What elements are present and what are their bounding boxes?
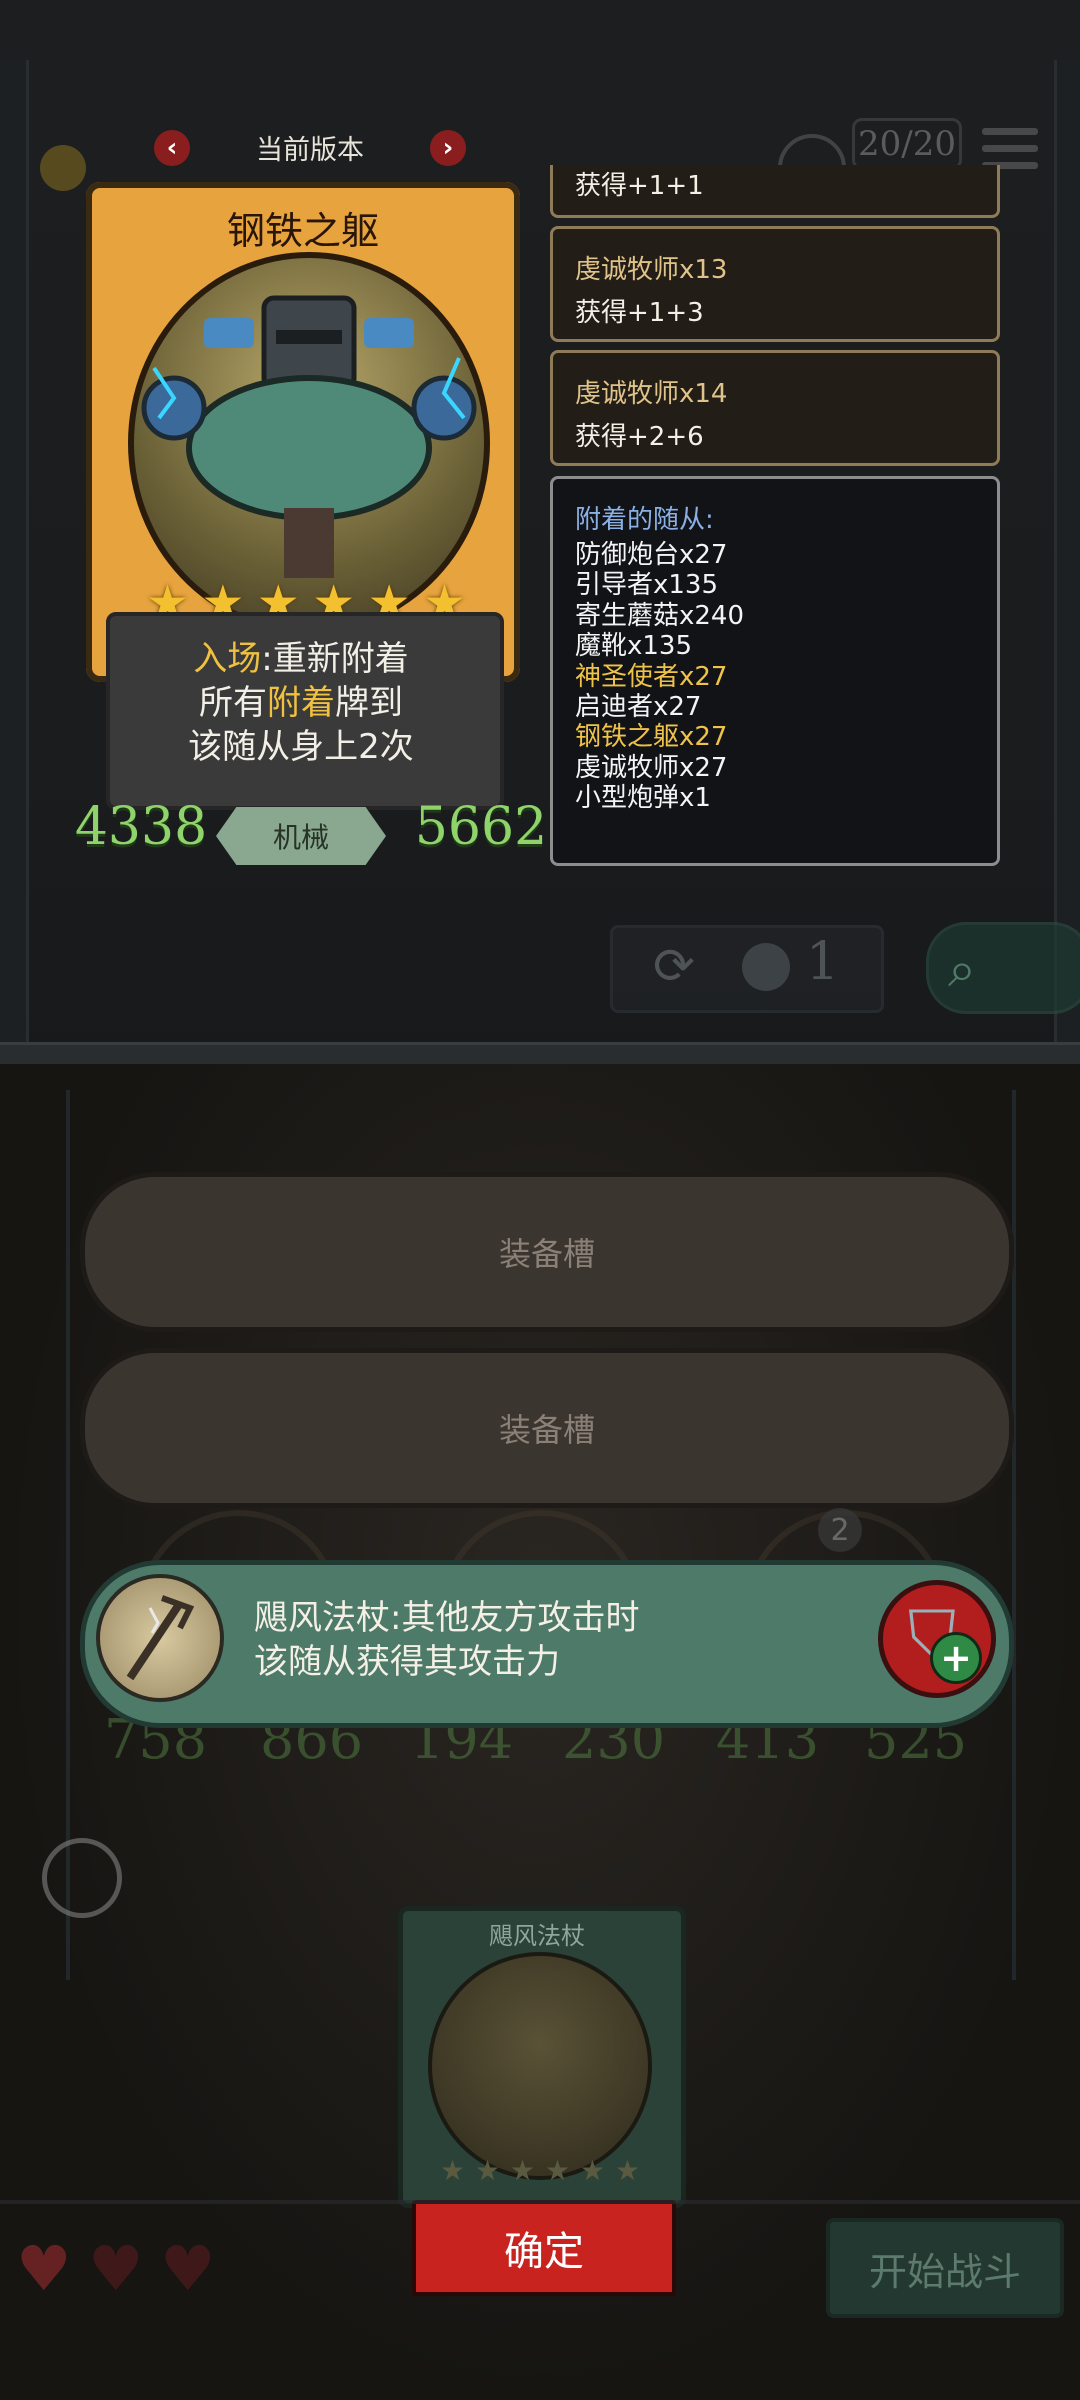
search-icon: ⌕ bbox=[948, 940, 976, 998]
hand-card-art bbox=[428, 1952, 652, 2180]
staff-illustration bbox=[126, 1595, 195, 1681]
heart-icon: ♥ bbox=[88, 2232, 144, 2305]
star-icon: ★ bbox=[579, 2154, 605, 2187]
attached-item: 神圣使者x27 bbox=[575, 661, 728, 692]
buff-history-item: 虔诚牧师x13 获得+1+3 bbox=[550, 226, 1000, 342]
heart-icon: ♥ bbox=[16, 2232, 72, 2305]
buff-history-item: 获得+1+1 bbox=[550, 165, 1000, 218]
buff-source: 虔诚牧师x14 bbox=[575, 379, 728, 409]
heart-icon: ♥ bbox=[160, 2232, 216, 2305]
attached-item: 寄生蘑菇x240 bbox=[575, 600, 745, 631]
tooltip-line2: 该随从获得其攻击力 bbox=[254, 1642, 560, 1682]
refresh-icon: ⟳ bbox=[653, 937, 695, 995]
robot-illustration bbox=[141, 295, 477, 578]
attached-item: 虔诚牧师x27 bbox=[575, 752, 728, 783]
keyword-battlecry: 入场 bbox=[193, 639, 262, 679]
counter-badge: 20/20 bbox=[852, 118, 962, 170]
prev-version-button[interactable]: ‹ bbox=[154, 130, 190, 166]
star-icon: ★ bbox=[440, 2154, 466, 2187]
minion-tier-badge: 2 bbox=[818, 1508, 862, 1552]
magnifier-icon[interactable] bbox=[42, 1838, 122, 1918]
health-value: 5662 bbox=[414, 797, 548, 857]
equipment-slot[interactable]: 装备槽 bbox=[80, 1348, 1014, 1508]
hand-card-title: 飓风法杖 bbox=[489, 1922, 585, 1950]
start-battle-button[interactable]: 开始战斗 bbox=[826, 2218, 1064, 2318]
buff-history-item: 虔诚牧师x14 获得+2+6 bbox=[550, 350, 1000, 466]
star-icon: ★ bbox=[614, 2154, 640, 2187]
buff-text: 获得+2+6 bbox=[575, 422, 704, 452]
attached-minions-box: 附着的随从: 防御炮台x27 引导者x135 寄生蘑菇x240 魔靴x135 神… bbox=[550, 476, 1000, 866]
attached-item: 小型炮弹x1 bbox=[575, 783, 711, 814]
buff-text: 获得+1+3 bbox=[575, 298, 704, 328]
coin-icon bbox=[742, 943, 790, 991]
card-description: 入场:重新附着 所有附着牌到 该随从身上2次 bbox=[106, 637, 496, 769]
buff-text: 获得+1+1 bbox=[575, 171, 704, 201]
star-icon: ★ bbox=[509, 2154, 536, 2187]
desc-line2-b: 牌到 bbox=[335, 683, 403, 723]
next-version-button[interactable]: › bbox=[430, 130, 466, 166]
star-icon: ★ bbox=[544, 2154, 571, 2187]
attached-item: 防御炮台x27 bbox=[575, 540, 728, 570]
desc-line2-a: 所有 bbox=[199, 683, 267, 723]
attached-item: 引导者x135 bbox=[575, 570, 719, 601]
attached-item: 启迪者x27 bbox=[575, 692, 702, 723]
tooltip-line1: 飓风法杖:其他友方攻击时 bbox=[254, 1598, 640, 1638]
panel-frame-left bbox=[0, 60, 29, 1050]
star-icon: ★ bbox=[474, 2154, 501, 2187]
attached-title: 附着的随从: bbox=[575, 505, 714, 535]
equipment-tooltip-text: 飓风法杖:其他友方攻击时 该随从获得其攻击力 bbox=[254, 1596, 814, 1684]
keyword-attach: 附着 bbox=[267, 683, 335, 723]
minion-card: 钢铁之躯 ★ ★ ★ ★ ★ ★ 入场:重新附着 所有附着牌到 该随从身上2次 … bbox=[75, 182, 547, 865]
gold-icon bbox=[40, 145, 86, 191]
card-title: 钢铁之躯 bbox=[226, 209, 379, 253]
tribe-label: 机械 bbox=[216, 807, 386, 865]
panel-frame-right bbox=[1054, 60, 1080, 1050]
desc-line1: :重新附着 bbox=[261, 639, 409, 679]
refresh-cost: 1 bbox=[806, 932, 840, 992]
desc-line3: 该随从身上2次 bbox=[188, 727, 414, 767]
attached-item: 魔靴x135 bbox=[575, 631, 693, 662]
attached-item: 钢铁之躯x27 bbox=[575, 722, 728, 753]
attack-value: 4338 bbox=[74, 797, 208, 857]
plus-icon: + bbox=[930, 1632, 982, 1684]
version-label: 当前版本 bbox=[256, 135, 364, 166]
hand-card-stars: ★ ★ ★ ★ ★ ★ bbox=[440, 2154, 640, 2187]
equipment-slot[interactable]: 装备槽 bbox=[80, 1172, 1014, 1332]
staff-icon bbox=[96, 1574, 224, 1702]
buff-source: 虔诚牧师x13 bbox=[575, 255, 728, 285]
